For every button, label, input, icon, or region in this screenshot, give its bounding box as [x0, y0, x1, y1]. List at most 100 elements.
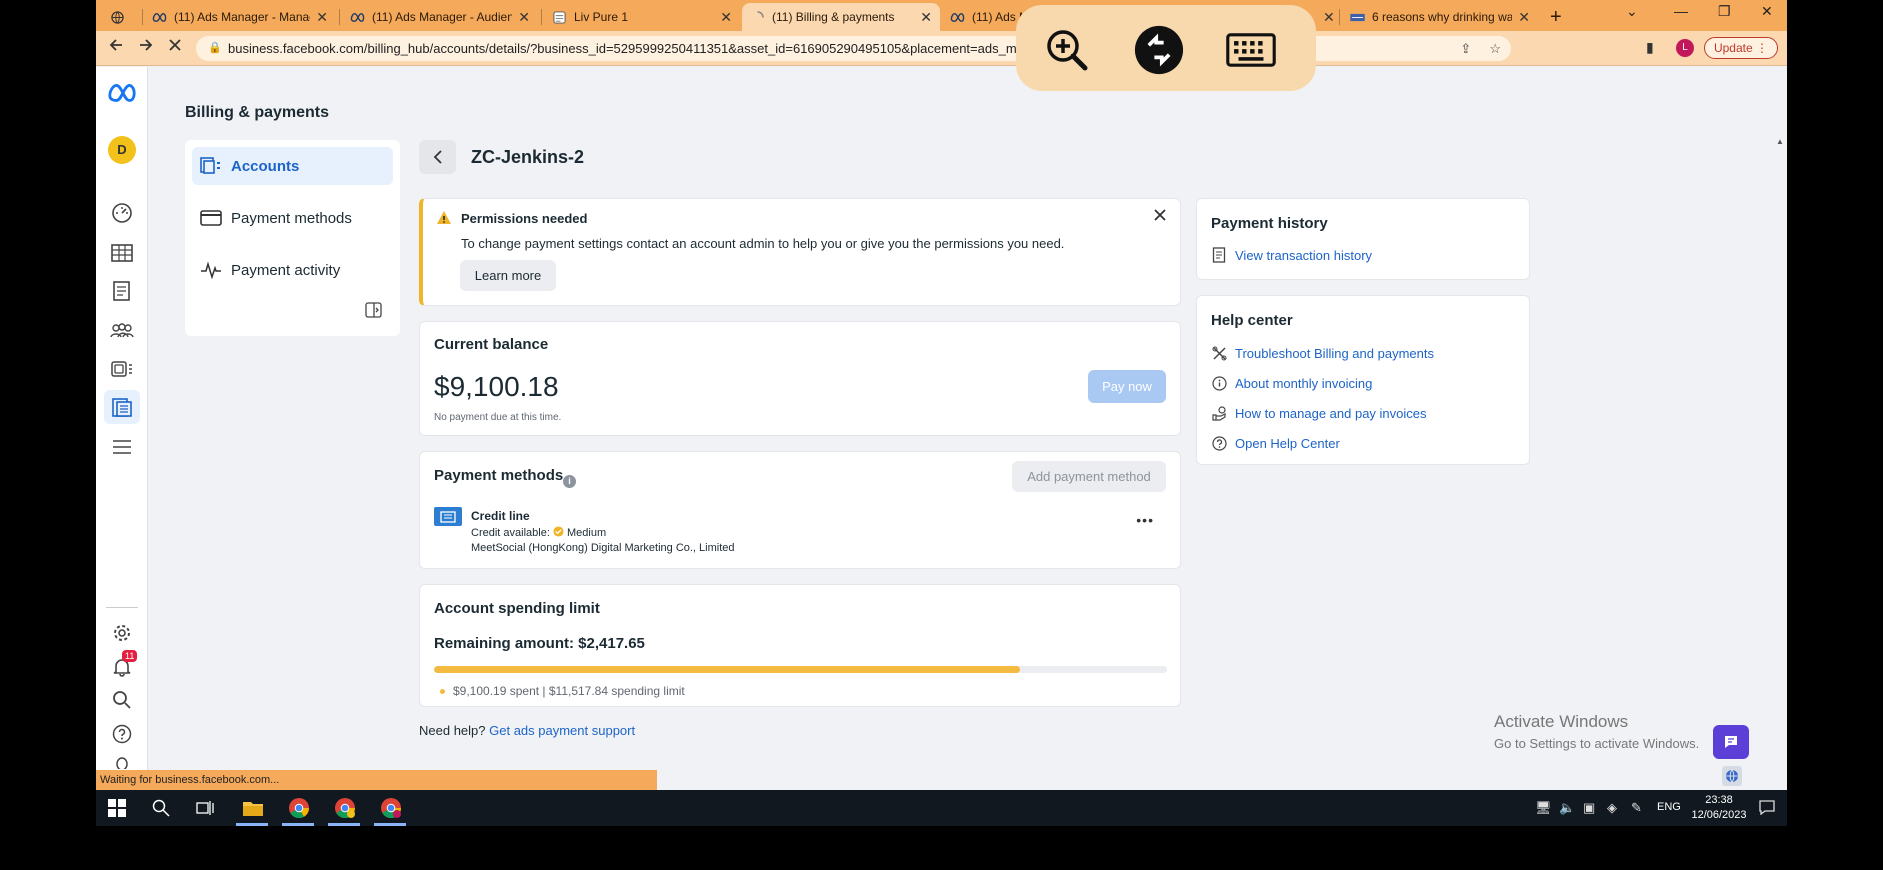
chat-button[interactable] [1713, 725, 1749, 759]
window-close-icon[interactable]: ✕ [1761, 3, 1773, 20]
help-link-monthly-invoicing[interactable]: About monthly invoicing [1211, 375, 1372, 391]
volume-icon[interactable]: 🔈 [1559, 800, 1575, 816]
help-center-card: Help center Troubleshoot Billing and pay… [1196, 295, 1530, 465]
menu-icon[interactable] [109, 434, 135, 460]
update-button[interactable]: Update ⋮ [1704, 37, 1778, 59]
balance-value: $9,100.18 [434, 371, 559, 402]
help-link-open-help-center[interactable]: Open Help Center [1211, 435, 1340, 451]
bug-icon[interactable] [109, 755, 135, 769]
view-transaction-history-link[interactable]: View transaction history [1211, 247, 1372, 263]
payment-history-card: Payment history View transaction history [1196, 198, 1530, 280]
info-icon[interactable]: i [563, 475, 576, 488]
tab-6[interactable]: 6 reasons why drinking wate ✕ [1342, 3, 1538, 31]
warning-icon [436, 210, 452, 230]
hand-coin-icon [1211, 405, 1227, 421]
nav-item-accounts[interactable]: Accounts [192, 147, 393, 185]
permissions-banner: Permissions needed To change payment set… [419, 198, 1181, 306]
more-options-icon[interactable]: ••• [1136, 512, 1154, 528]
close-icon[interactable]: ✕ [1518, 9, 1530, 26]
tab-2[interactable]: (11) Ads Manager - Audience ✕ [342, 3, 538, 31]
learn-more-button[interactable]: Learn more [460, 260, 556, 291]
gear-icon[interactable] [109, 620, 135, 646]
clock-time[interactable]: 23:38 [1689, 794, 1749, 806]
tab-5-close[interactable]: ✕ [1317, 3, 1337, 31]
close-icon[interactable]: ✕ [920, 9, 932, 26]
minimize-icon[interactable]: — [1674, 3, 1688, 19]
page-title: Billing & payments [185, 104, 330, 121]
chrome-profile-icon[interactable] [333, 796, 357, 820]
tab-separator [541, 9, 542, 25]
business-avatar[interactable]: D [108, 136, 136, 164]
share-icon[interactable]: ⇪ [1460, 41, 1471, 56]
file-explorer-icon[interactable] [241, 796, 265, 820]
back-arrow-icon[interactable] [108, 37, 124, 58]
remote-desktop-icon[interactable] [1134, 25, 1184, 75]
billing-sidenav: Accounts Payment methods Payment activit… [185, 140, 400, 336]
pages-icon[interactable] [109, 278, 135, 304]
nav-item-payment-methods[interactable]: Payment methods [192, 199, 393, 237]
help-link-manage-invoices[interactable]: How to manage and pay invoices [1211, 405, 1427, 421]
profile-avatar[interactable]: L [1676, 39, 1694, 57]
tab-title: (11) Ads Ma [972, 10, 1024, 24]
tab-3[interactable]: Liv Pure 1 ✕ [544, 3, 740, 31]
url-text: business.facebook.com/billing_hub/accoun… [228, 41, 1024, 56]
credit-line-title: Credit line [471, 509, 530, 523]
add-payment-method-button[interactable]: Add payment method [1012, 461, 1166, 492]
side-panel-icon[interactable]: ▮ [1646, 39, 1654, 56]
nav-item-payment-activity[interactable]: Payment activity [192, 251, 393, 289]
meta-logo-icon[interactable] [107, 82, 137, 102]
bookmark-star-icon[interactable]: ☆ [1489, 41, 1501, 56]
tab-0[interactable] [102, 3, 134, 31]
dashboard-icon[interactable] [109, 200, 135, 226]
chrome-active-icon[interactable] [379, 796, 403, 820]
keyboard-icon[interactable] [1226, 25, 1276, 75]
audience-icon[interactable] [109, 318, 135, 344]
network-icon[interactable]: 🖥 [1535, 800, 1552, 816]
help-icon[interactable] [109, 721, 135, 747]
pen-icon[interactable]: ✎ [1631, 800, 1642, 816]
tab-search-icon[interactable]: ⌄ [1626, 3, 1638, 20]
restore-icon[interactable]: ❐ [1718, 3, 1731, 20]
notification-center-icon[interactable] [1759, 800, 1775, 818]
activity-icon [200, 261, 222, 279]
nav-label: Payment methods [231, 209, 352, 227]
link-label: About monthly invoicing [1235, 375, 1373, 391]
new-tab-button[interactable]: + [1542, 3, 1572, 31]
page-icon [1350, 10, 1365, 25]
task-view-icon[interactable] [193, 796, 217, 820]
windows-start-icon[interactable] [105, 796, 129, 820]
plus-icon: + [1550, 5, 1562, 28]
close-icon[interactable]: ✕ [720, 9, 732, 26]
close-icon[interactable]: ✕ [518, 9, 530, 26]
stop-loading-icon[interactable] [167, 37, 183, 58]
billing-icon[interactable] [104, 390, 140, 424]
search-icon[interactable] [109, 687, 135, 713]
ads-payment-support-link[interactable]: Get ads payment support [489, 723, 635, 738]
language-indicator[interactable]: ENG [1657, 801, 1681, 813]
zoom-in-icon[interactable] [1042, 25, 1092, 75]
back-button[interactable] [419, 140, 456, 174]
tab-0-close[interactable]: ✕ [136, 3, 139, 31]
language-button[interactable] [1722, 766, 1742, 786]
pay-now-button[interactable]: Pay now [1088, 370, 1166, 403]
chrome-icon[interactable] [287, 796, 311, 820]
close-icon[interactable]: ✕ [316, 9, 328, 26]
notification-badge: 11 [122, 650, 138, 662]
table-icon[interactable] [109, 240, 135, 266]
spending-progress-fill [434, 666, 1021, 673]
security-icon[interactable]: ▣ [1583, 800, 1595, 816]
tab-4-active[interactable]: (11) Billing & payments ✕ [742, 3, 940, 31]
tab-1[interactable]: (11) Ads Manager - Manage ✕ [144, 3, 336, 31]
scroll-up-icon[interactable]: ▲ [1776, 137, 1784, 146]
shield-icon[interactable]: ◈ [1607, 800, 1617, 816]
help-link-troubleshoot[interactable]: Troubleshoot Billing and payments [1211, 345, 1434, 361]
forward-arrow-icon[interactable] [138, 37, 154, 58]
credit-line-company: MeetSocial (HongKong) Digital Marketing … [471, 542, 735, 554]
help-line: Need help? Get ads payment support [419, 723, 635, 738]
search-icon[interactable] [149, 796, 173, 820]
clock-date[interactable]: 12/06/2023 [1689, 809, 1749, 821]
catalog-icon[interactable] [109, 356, 135, 382]
tab-title: 6 reasons why drinking wate [1372, 10, 1513, 24]
close-icon[interactable] [1153, 208, 1167, 227]
collapse-panel-icon[interactable] [365, 302, 382, 323]
